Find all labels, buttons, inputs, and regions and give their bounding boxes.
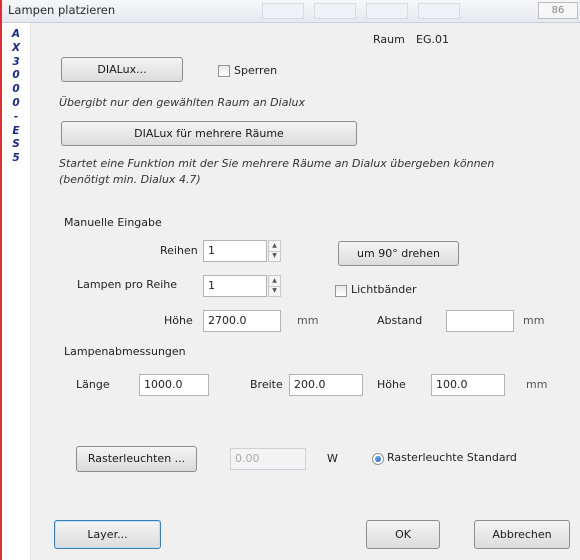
- dialux-multi-room-button[interactable]: DIALux für mehrere Räume: [61, 121, 357, 146]
- lampen-pro-reihe-spinner[interactable]: ▲ ▼: [268, 275, 281, 297]
- rasterleuchte-standard-radio[interactable]: [372, 453, 384, 465]
- toolbar-ghost-3: [366, 3, 408, 19]
- watt-input: 0.00: [230, 448, 306, 470]
- raum-label: Raum: [373, 33, 405, 46]
- dim-hoehe-label: Höhe: [377, 378, 406, 391]
- breite-label: Breite: [250, 378, 283, 391]
- rasterleuchte-standard-label: Rasterleuchte Standard: [387, 451, 517, 464]
- manual-input-heading: Manuelle Eingabe: [64, 216, 162, 229]
- side-marker-letter: A: [11, 28, 21, 40]
- window-corner-field[interactable]: 86: [538, 2, 578, 19]
- side-marker-letters: AX3000-ES5: [9, 28, 23, 166]
- side-marker-letter: 3: [12, 55, 20, 68]
- side-marker-letter: 0: [12, 83, 20, 96]
- title-bar[interactable]: Lampen platzieren 86: [2, 0, 580, 23]
- dialog-body: Raum EG.01 DIALux... Sperren Übergibt nu…: [31, 23, 580, 560]
- side-marker-letter: -: [13, 110, 19, 123]
- reihen-label: Reihen: [160, 244, 198, 257]
- lampen-pro-reihe-label: Lampen pro Reihe: [77, 278, 178, 291]
- dialux-multi-description-1: Startet eine Funktion mit der Sie mehrer…: [59, 157, 495, 170]
- layer-button[interactable]: Layer...: [54, 520, 161, 549]
- toolbar-ghost-2: [314, 3, 356, 19]
- dimensions-unit: mm: [526, 378, 548, 391]
- side-marker-letter: 0: [12, 69, 20, 82]
- hoehe-unit: mm: [297, 314, 319, 327]
- lichtbaender-checkbox[interactable]: [335, 285, 347, 297]
- cancel-button[interactable]: Abbrechen: [474, 520, 570, 549]
- side-marker-letter: 5: [12, 152, 20, 165]
- window-title: Lampen platzieren: [8, 3, 116, 17]
- rasterleuchten-button[interactable]: Rasterleuchten ...: [76, 446, 197, 472]
- dialux-button[interactable]: DIALux...: [61, 57, 183, 82]
- spin-down-icon[interactable]: ▼: [269, 286, 280, 296]
- hoehe-label: Höhe: [164, 314, 193, 327]
- rotate-90-button[interactable]: um 90° drehen: [338, 241, 459, 266]
- side-marker-letter: S: [12, 138, 20, 151]
- laenge-label: Länge: [76, 378, 110, 391]
- reihen-spinner[interactable]: ▲ ▼: [268, 240, 281, 262]
- lichtbaender-label: Lichtbänder: [351, 283, 417, 296]
- dialux-multi-description-2: (benötigt min. Dialux 4.7): [59, 173, 201, 186]
- dimensions-heading: Lampenabmessungen: [64, 345, 186, 358]
- side-marker-letter: 0: [12, 96, 20, 109]
- raum-value: EG.01: [416, 33, 449, 46]
- sperren-label: Sperren: [234, 64, 278, 77]
- abstand-label: Abstand: [377, 314, 423, 327]
- side-marker-letter: X: [11, 41, 21, 54]
- breite-input[interactable]: 200.0: [289, 374, 363, 396]
- toolbar-ghost-1: [262, 3, 304, 19]
- toolbar-ghost-4: [418, 3, 460, 19]
- hoehe-input[interactable]: 2700.0: [203, 310, 281, 332]
- abstand-input[interactable]: [446, 310, 514, 332]
- watt-unit: W: [327, 452, 338, 465]
- lampen-pro-reihe-input[interactable]: 1: [203, 275, 267, 297]
- abstand-unit: mm: [523, 314, 545, 327]
- dialux-description: Übergibt nur den gewählten Raum an Dialu…: [59, 96, 305, 109]
- reihen-input[interactable]: 1: [203, 240, 267, 262]
- side-marker-letter: E: [12, 124, 20, 137]
- dim-hoehe-input[interactable]: 100.0: [431, 374, 505, 396]
- laenge-input[interactable]: 1000.0: [139, 374, 209, 396]
- spin-down-icon[interactable]: ▼: [269, 251, 280, 261]
- ok-button[interactable]: OK: [366, 520, 440, 549]
- sperren-checkbox[interactable]: [218, 65, 230, 77]
